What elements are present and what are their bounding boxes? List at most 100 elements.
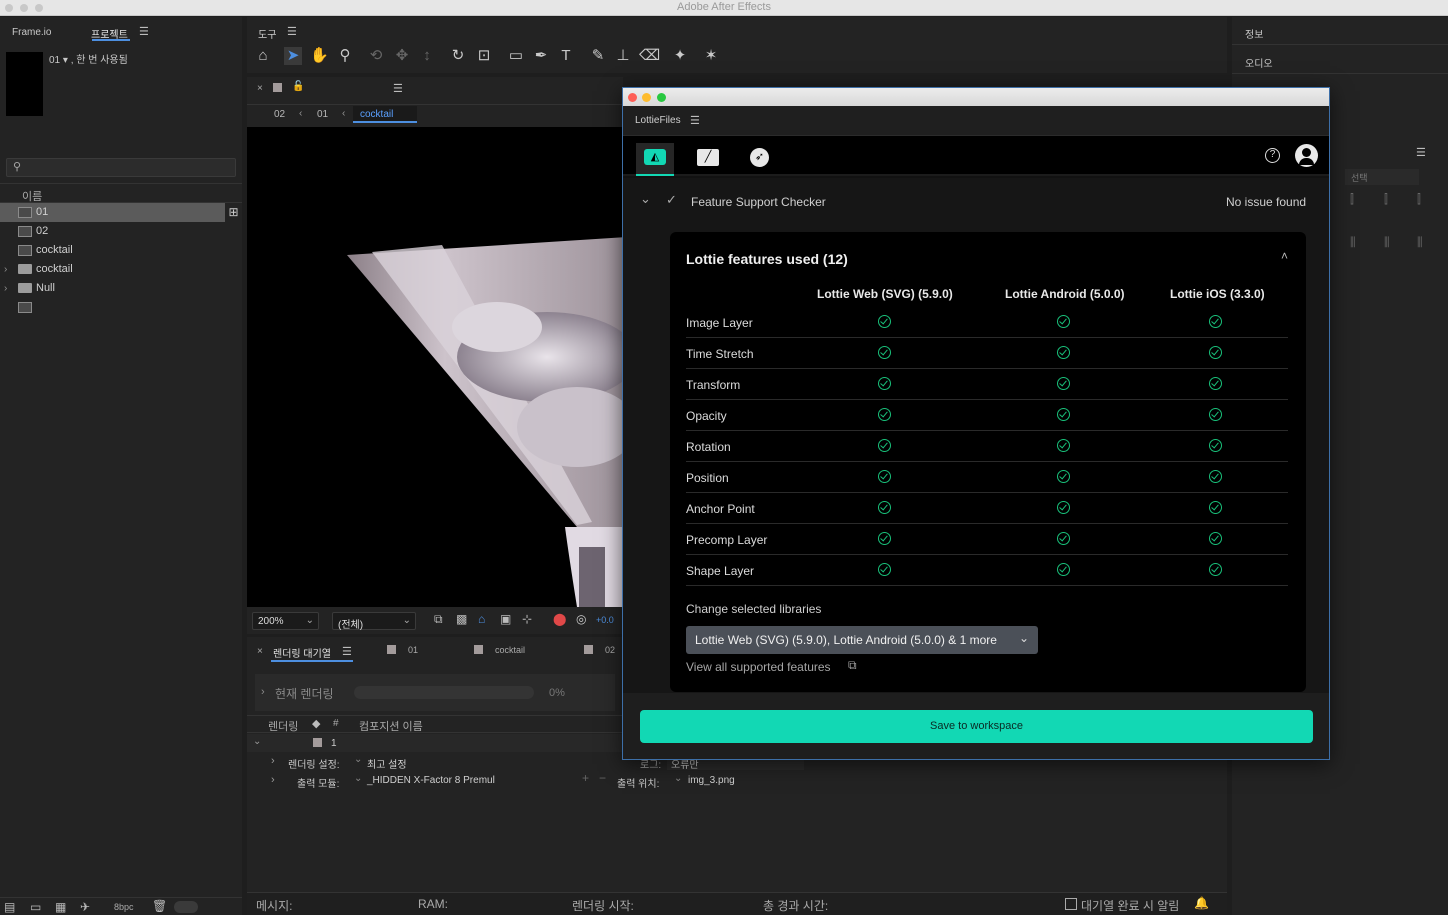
checker-title[interactable]: Feature Support Checker — [691, 195, 826, 209]
chevron-right-icon[interactable]: › — [271, 774, 275, 786]
output-to-value[interactable]: img_3.png — [688, 775, 735, 786]
region-of-interest-icon[interactable]: ▣ — [500, 612, 511, 626]
close-window-button[interactable] — [5, 4, 13, 12]
fast-preview-icon[interactable]: ⧉ — [434, 612, 443, 627]
selection-tool-icon[interactable]: ➤ — [284, 47, 302, 65]
compass-icon[interactable]: ➶ — [750, 148, 769, 167]
align-left-icon[interactable]: ⫿ — [1350, 192, 1354, 207]
info-panel-header[interactable]: 정보 — [1232, 17, 1448, 45]
panel-menu-icon[interactable]: ☰ — [139, 25, 149, 38]
external-link-icon[interactable]: ⧉ — [848, 658, 857, 673]
eraser-tool-icon[interactable]: ⌫ — [639, 47, 660, 65]
output-module-value[interactable]: _HIDDEN X-Factor 8 Premul — [367, 775, 495, 786]
chevron-down-icon[interactable]: ⌄ — [253, 736, 261, 747]
dolly-camera-icon[interactable]: ↕ — [418, 47, 436, 65]
channels-icon[interactable]: ⬤ — [553, 612, 566, 626]
project-item-null-folder[interactable]: › Null — [0, 279, 242, 298]
close-panel-icon[interactable]: × — [257, 83, 263, 94]
save-to-workspace-button[interactable]: Save to workspace — [640, 710, 1313, 743]
zoom-tool-icon[interactable]: ⚲ — [336, 47, 354, 65]
close-panel-icon[interactable]: × — [257, 646, 263, 657]
remove-output-icon[interactable]: − — [599, 771, 606, 785]
panel-menu-icon[interactable]: ☰ — [342, 645, 352, 658]
breadcrumb-active[interactable]: cocktail — [353, 106, 417, 123]
tab-comp-01[interactable]: 01 — [408, 645, 418, 655]
pan-camera-icon[interactable]: ✥ — [393, 47, 411, 65]
minimize-window-button[interactable] — [20, 4, 28, 12]
panel-menu-icon[interactable]: ☰ — [393, 82, 403, 95]
pan-behind-icon[interactable]: ⊡ — [475, 47, 493, 65]
close-window-button[interactable] — [628, 93, 637, 102]
panel-menu-icon[interactable]: ☰ — [287, 25, 297, 38]
bit-depth-button[interactable]: 8bpc — [114, 902, 134, 912]
help-icon[interactable]: ? — [1265, 148, 1280, 163]
nav-export-tab[interactable]: ◭ — [636, 143, 674, 176]
align-right-icon[interactable]: ⫿ — [1417, 192, 1421, 207]
puppet-pin-icon[interactable]: ✶ — [702, 47, 720, 65]
lock-icon[interactable]: 🔓 — [292, 81, 304, 92]
chevron-down-icon[interactable]: ⌄ — [674, 773, 682, 784]
brush-tool-icon[interactable]: ✎ — [589, 47, 607, 65]
chevron-right-icon[interactable]: › — [271, 755, 275, 767]
render-settings-value[interactable]: 최고 설정 — [367, 756, 407, 771]
libraries-dropdown[interactable]: Lottie Web (SVG) (5.9.0), Lottie Android… — [686, 626, 1038, 654]
roto-brush-icon[interactable]: ✦ — [671, 47, 689, 65]
zoom-window-button[interactable] — [35, 4, 43, 12]
chevron-down-icon[interactable]: ⌄ — [354, 773, 362, 784]
reset-exposure-icon[interactable]: ◎ — [576, 612, 586, 626]
project-item-cocktail-comp[interactable]: cocktail — [0, 241, 242, 260]
view-all-features-link[interactable]: View all supported features — [686, 660, 831, 674]
chevron-down-icon[interactable]: ⌄ — [640, 191, 651, 207]
breadcrumb-item[interactable]: 02 — [274, 109, 285, 120]
bell-icon[interactable]: 🔔 — [1194, 896, 1209, 910]
add-output-icon[interactable]: + — [582, 771, 589, 785]
folder-icon[interactable]: ╱ — [697, 149, 719, 166]
chevron-right-icon[interactable]: › — [4, 260, 7, 279]
breadcrumb-item[interactable]: 01 — [317, 109, 328, 120]
distribute-center-icon[interactable]: ⫼ — [1384, 235, 1390, 250]
tab-comp-02[interactable]: 02 — [605, 645, 615, 655]
new-comp-icon[interactable]: ▦ — [55, 900, 66, 914]
project-item-cocktail-folder[interactable]: › cocktail — [0, 260, 242, 279]
trash-icon[interactable]: 🗑 — [152, 899, 167, 913]
exposure-value[interactable]: +0.0 — [596, 615, 614, 625]
new-folder-icon[interactable]: ▭ — [30, 900, 41, 914]
minimize-window-button[interactable] — [642, 93, 651, 102]
clone-stamp-icon[interactable]: ⊥ — [614, 47, 632, 65]
tab-frameio[interactable]: Frame.io — [12, 27, 51, 38]
chevron-down-icon[interactable]: ⌄ — [354, 754, 362, 765]
zoom-window-button[interactable] — [657, 93, 666, 102]
project-settings-icon[interactable]: ✈ — [80, 900, 90, 914]
rectangle-tool-icon[interactable]: ▭ — [507, 47, 525, 65]
pen-tool-icon[interactable]: ✒ — [532, 47, 550, 65]
project-search-input[interactable]: ⚲ — [6, 158, 236, 177]
align-center-icon[interactable]: ⫿ — [1384, 192, 1388, 207]
grid-guides-icon[interactable]: ⊹ — [522, 612, 532, 626]
hand-tool-icon[interactable]: ✋ — [310, 47, 329, 65]
tab-comp-cocktail[interactable]: cocktail — [495, 645, 525, 655]
project-item-02[interactable]: 02 — [0, 222, 242, 241]
align-select-dropdown[interactable]: 선택 — [1345, 169, 1419, 185]
mask-visibility-icon[interactable]: ⌂ — [478, 612, 485, 626]
notify-checkbox[interactable] — [1065, 898, 1077, 910]
zoom-dropdown[interactable]: 200% ⌄ — [252, 612, 319, 630]
resolution-dropdown[interactable]: (전체) ⌄ — [332, 612, 416, 631]
distribute-right-icon[interactable]: ⫼ — [1417, 235, 1423, 250]
project-item-unnamed[interactable] — [0, 298, 242, 317]
interpret-footage-icon[interactable]: ▤ — [4, 900, 15, 914]
type-tool-icon[interactable]: T — [557, 47, 575, 65]
panel-menu-icon[interactable]: ☰ — [1416, 146, 1426, 159]
chevron-right-icon[interactable]: › — [261, 686, 265, 698]
tab-render-queue[interactable]: 렌더링 대기열 — [273, 645, 331, 660]
home-icon[interactable]: ⌂ — [254, 47, 272, 65]
rotate-tool-icon[interactable]: ↻ — [449, 47, 467, 65]
flowchart-icon[interactable]: ⊞ — [225, 203, 242, 222]
toggle-switch[interactable] — [174, 901, 198, 913]
distribute-left-icon[interactable]: ⫼ — [1350, 235, 1356, 250]
project-item-01[interactable]: 01 ⊞ — [0, 203, 242, 222]
panel-menu-icon[interactable]: ☰ — [690, 114, 700, 127]
transparency-grid-icon[interactable]: ▩ — [456, 612, 467, 626]
collapse-icon[interactable]: ˄ — [1281, 249, 1288, 263]
chevron-right-icon[interactable]: › — [4, 279, 7, 298]
audio-panel-header[interactable]: 오디오 — [1232, 46, 1448, 74]
